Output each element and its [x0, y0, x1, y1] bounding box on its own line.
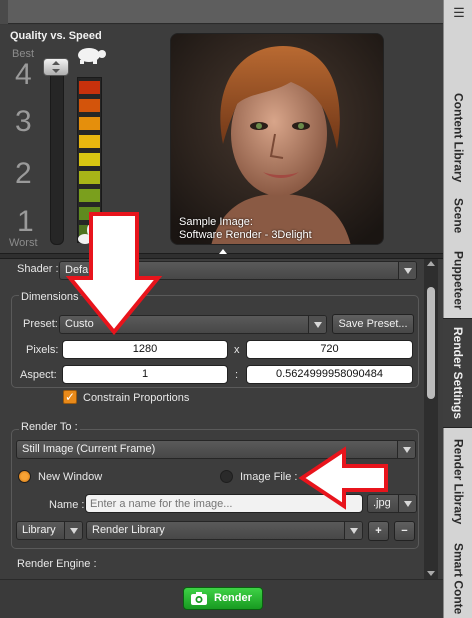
chevron-down-icon: [397, 441, 415, 458]
meter-segment: [79, 135, 100, 148]
new-window-radio[interactable]: [18, 470, 31, 483]
tab-render-library-label: Render Library: [451, 439, 466, 525]
chevron-down-icon: [308, 316, 326, 333]
aspect-width-field[interactable]: 1: [62, 365, 228, 384]
sample-caption-line2: Software Render - 3Delight: [179, 229, 312, 241]
library-dropdown[interactable]: Library: [16, 521, 83, 540]
sample-render-image: [171, 34, 383, 244]
scrollbar-thumb[interactable]: [427, 287, 435, 399]
panel-menu-icon[interactable]: ☰: [448, 4, 470, 22]
slider-grip-icon: [52, 61, 60, 73]
tab-render-settings-label: Render Settings: [451, 326, 465, 419]
preset-dropdown[interactable]: Custo: [59, 315, 327, 334]
quality-speed-title: Quality vs. Speed: [10, 30, 102, 42]
constrain-proportions-checkbox[interactable]: ✓: [63, 390, 77, 404]
shader-label: Shader :: [17, 263, 59, 275]
turtle-icon: [78, 48, 106, 64]
sample-image-caption: Sample Image: Software Render - 3Delight: [179, 216, 312, 242]
quality-slider-track[interactable]: [50, 65, 64, 245]
worst-label: Worst: [9, 237, 38, 249]
tab-smart-content-label: Smart Conte: [451, 543, 466, 615]
chevron-down-icon: [398, 495, 416, 512]
shader-dropdown[interactable]: Defa: [59, 261, 417, 280]
pixels-height-field[interactable]: 720: [246, 340, 413, 359]
sample-caption-line1: Sample Image:: [179, 216, 253, 228]
footer-bar: Render: [0, 579, 443, 618]
dimensions-title: Dimensions: [19, 291, 81, 303]
tab-puppeteer-label: Puppeteer: [451, 250, 466, 310]
format-value: .jpg: [373, 497, 391, 509]
name-label: Name :: [49, 499, 85, 511]
sample-image-frame: Sample Image: Software Render - 3Delight: [170, 33, 384, 245]
quality-speed-meter: [77, 77, 102, 243]
meter-segment: [79, 153, 100, 166]
image-name-input[interactable]: [85, 494, 363, 513]
tab-content-library-label: Content Library: [451, 92, 466, 183]
quality-level-1: 1: [17, 205, 34, 238]
meter-segment: [79, 99, 100, 112]
shader-value: Defa: [65, 264, 89, 276]
tab-content-library[interactable]: Content Library: [444, 85, 472, 190]
preset-value: Custo: [65, 318, 94, 330]
scroll-down-arrow-icon[interactable]: [427, 571, 435, 576]
quality-level-2: 2: [15, 157, 32, 190]
render-to-value: Still Image (Current Frame): [22, 443, 156, 455]
collapse-arrow-icon[interactable]: [219, 249, 227, 254]
tab-render-library[interactable]: Render Library: [444, 432, 472, 532]
save-preset-button[interactable]: Save Preset...: [332, 314, 414, 334]
meter-segment: [79, 81, 100, 94]
image-file-label: Image File :: [240, 471, 298, 483]
tab-smart-content[interactable]: Smart Conte: [444, 540, 472, 618]
constrain-proportions-label: Constrain Proportions: [83, 392, 190, 404]
preset-label: Preset:: [23, 318, 58, 330]
quality-level-4: 4: [15, 58, 32, 91]
aspect-label: Aspect:: [20, 369, 57, 381]
pixels-width-field[interactable]: 1280: [62, 340, 228, 359]
tab-scene-label: Scene: [451, 198, 466, 234]
quality-level-3: 3: [15, 105, 32, 138]
vertical-scrollbar[interactable]: [424, 259, 438, 579]
chevron-down-icon: [398, 262, 416, 279]
render-label: Render: [214, 592, 252, 604]
preview-section: Quality vs. Speed Best 4 3 2 1 Worst Sam…: [0, 25, 443, 253]
render-to-dropdown[interactable]: Still Image (Current Frame): [16, 440, 416, 459]
quality-slider-handle[interactable]: [43, 58, 69, 76]
new-window-label: New Window: [38, 471, 103, 483]
chevron-down-icon: [64, 522, 82, 539]
scroll-up-arrow-icon[interactable]: [427, 261, 435, 266]
pixels-label: Pixels:: [26, 344, 59, 356]
panel-title-bar: [0, 0, 443, 24]
render-engine-title: Render Engine :: [17, 558, 97, 570]
settings-scroll-area[interactable]: Shader : Defa Dimensions Preset: Custo S…: [0, 259, 443, 579]
chevron-down-icon: [344, 522, 362, 539]
vertical-tab-bar: ☰ Content Library Scene Puppeteer Render…: [443, 0, 472, 618]
tab-render-settings[interactable]: Render Settings: [443, 318, 472, 428]
render-library-value: Render Library: [92, 524, 165, 536]
format-dropdown[interactable]: .jpg: [367, 494, 417, 513]
meter-segment: [79, 171, 100, 184]
tab-scene[interactable]: Scene: [444, 192, 472, 240]
meter-segment: [79, 189, 100, 202]
render-to-title: Render To :: [19, 421, 80, 433]
title-bar-corner: [0, 0, 8, 24]
render-button[interactable]: Render: [183, 587, 263, 610]
tab-puppeteer[interactable]: Puppeteer: [444, 245, 472, 315]
render-library-dropdown[interactable]: Render Library: [86, 521, 363, 540]
camera-icon: [191, 592, 207, 605]
meter-segment: [79, 207, 100, 220]
aspect-separator: :: [235, 369, 239, 381]
image-file-radio[interactable]: [220, 470, 233, 483]
render-settings-panel: Quality vs. Speed Best 4 3 2 1 Worst Sam…: [0, 0, 472, 618]
rabbit-icon: [78, 225, 92, 244]
pixels-separator: x: [234, 344, 240, 356]
add-button[interactable]: +: [368, 521, 389, 541]
remove-button[interactable]: −: [394, 521, 415, 541]
aspect-height-field[interactable]: 0.5624999958090484: [246, 365, 413, 384]
meter-segment: [79, 117, 100, 130]
library-value: Library: [22, 524, 56, 536]
